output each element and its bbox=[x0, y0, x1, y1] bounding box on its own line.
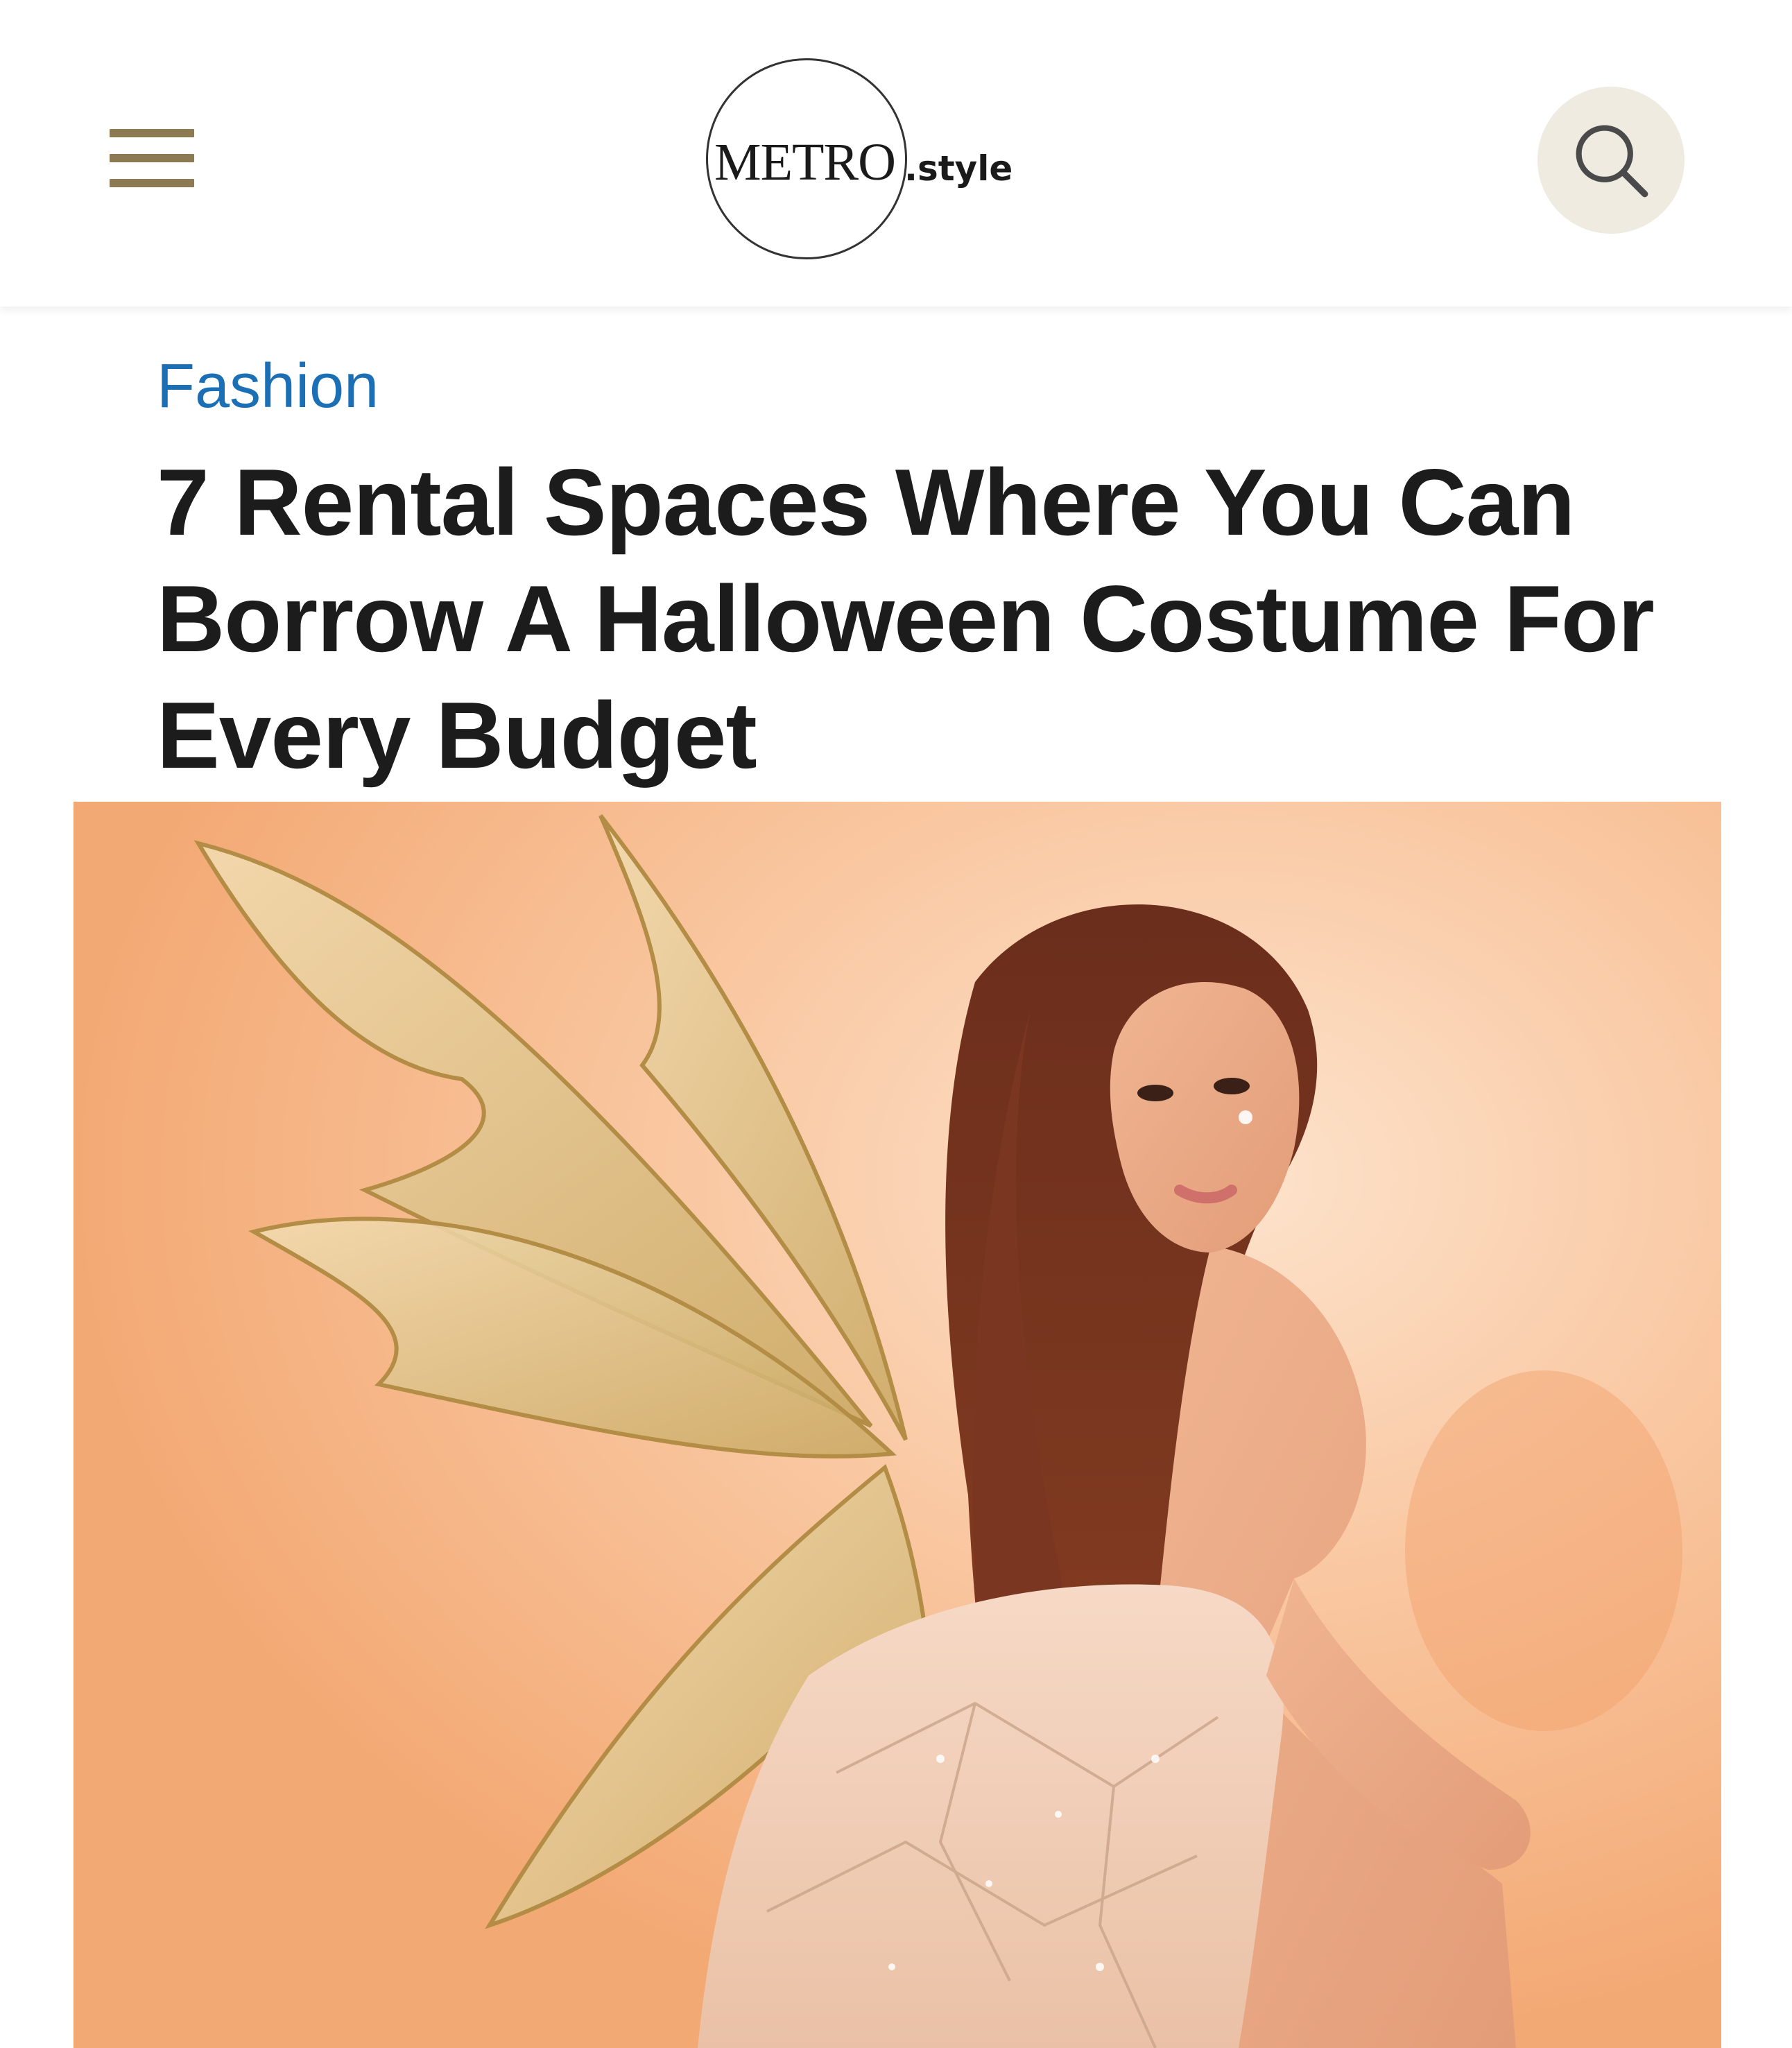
logo-brand: METRO bbox=[714, 133, 896, 191]
search-icon bbox=[1576, 125, 1648, 198]
site-header: METRO .style bbox=[0, 0, 1792, 307]
hero-photo-illustration bbox=[74, 802, 1721, 2048]
site-logo[interactable]: METRO .style bbox=[706, 58, 1053, 266]
article-title: 7 Rental Spaces Where You Can Borrow A H… bbox=[157, 449, 1655, 788]
hero-image bbox=[74, 802, 1721, 2048]
page: METRO .style Fashion 7 Rental Spaces Whe… bbox=[0, 0, 1792, 2048]
menu-bar bbox=[110, 154, 194, 162]
menu-bar bbox=[110, 179, 194, 187]
article-category-link[interactable]: Fashion bbox=[157, 352, 379, 421]
search-button[interactable] bbox=[1537, 87, 1685, 234]
hamburger-menu-icon[interactable] bbox=[110, 129, 194, 187]
logo-suffix: .style bbox=[904, 148, 1013, 189]
menu-bar bbox=[110, 129, 194, 137]
